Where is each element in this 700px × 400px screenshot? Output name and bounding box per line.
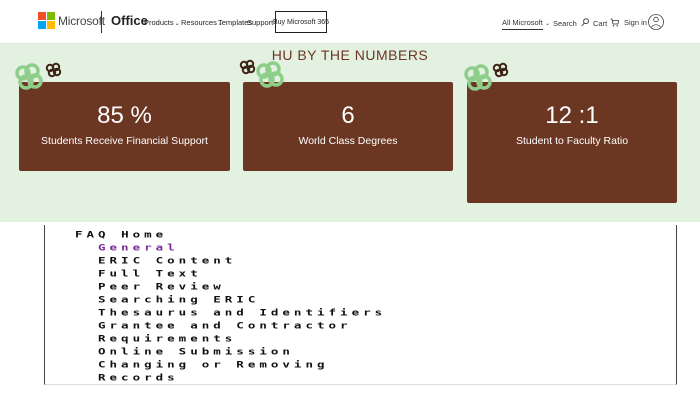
faq-link-eric-content[interactable]: ERIC Content [98,255,236,266]
search-icon [581,18,589,27]
site-header: Microsoft Office Products⌄ Resources⌄ Te… [0,0,700,44]
cart-icon [610,18,620,27]
nav-products[interactable]: Products⌄ [144,18,180,27]
sign-in-link[interactable]: Sign in [624,18,647,27]
search-label: Search [553,19,577,28]
logo-square-green [47,12,55,20]
stat-label: Students Receive Financial Support [41,135,208,147]
clover-decoration-icon [239,59,284,88]
faq-link-home[interactable]: FAQ Home [75,229,167,240]
faq-link-searching-eric[interactable]: Searching ERIC [98,294,259,305]
clover-decoration-icon [15,62,62,90]
header-divider [101,11,102,33]
chevron-down-icon: ⌄ [544,21,550,27]
all-microsoft-label: All Microsoft [502,18,543,30]
cart-button[interactable]: Cart [593,18,620,28]
faq-link-grantee[interactable]: Grantee and Contractor [98,320,352,331]
brand-wordmark[interactable]: Microsoft [58,14,105,28]
stat-card-degrees: 6 World Class Degrees [243,82,453,171]
all-microsoft-menu[interactable]: All Microsoft ⌄ [502,18,550,30]
nav-products-label: Products [144,18,174,27]
stat-label: World Class Degrees [298,135,398,147]
search-button[interactable]: Search [553,18,589,28]
stat-label: Student to Faculty Ratio [515,135,629,147]
cart-label: Cart [593,19,608,28]
faq-link-records[interactable]: Records [98,372,179,383]
clover-decoration-icon [464,62,509,91]
nav-support[interactable]: Support [247,18,273,27]
stat-value: 85 % [97,102,152,129]
stat-value: 12 :1 [545,102,599,129]
faq-navigation-panel: FAQ Home General ERIC Content Full Text … [44,225,677,385]
stat-card-financial-support: 85 % Students Receive Financial Support [19,82,230,171]
logo-square-red [38,12,46,20]
nav-resources[interactable]: Resources⌄ [181,18,223,27]
microsoft-logo-icon[interactable] [38,12,55,29]
faq-link-full-text[interactable]: Full Text [98,268,202,279]
faq-link-changing-removing[interactable]: Changing or Removing [98,359,329,370]
buy-microsoft-365-button[interactable]: Buy Microsoft 365 [273,11,329,33]
chevron-down-icon: ⌄ [174,21,180,27]
faq-link-peer-review[interactable]: Peer Review [98,281,225,292]
product-name-link[interactable]: Office [111,13,148,28]
faq-link-thesaurus[interactable]: Thesaurus and Identifiers [98,307,386,318]
stat-card-student-faculty-ratio: 12 :1 Student to Faculty Ratio [467,82,677,203]
nav-resources-label: Resources [181,18,217,27]
logo-square-blue [38,21,46,29]
faq-link-online-submission[interactable]: Online Submission [98,346,294,357]
faq-link-general[interactable]: General [98,242,179,253]
stat-value: 6 [341,102,355,129]
faq-link-requirements[interactable]: Requirements [98,333,236,344]
logo-square-yellow [47,21,55,29]
avatar-icon[interactable] [648,11,664,33]
stats-heading: HU BY THE NUMBERS [271,47,429,63]
